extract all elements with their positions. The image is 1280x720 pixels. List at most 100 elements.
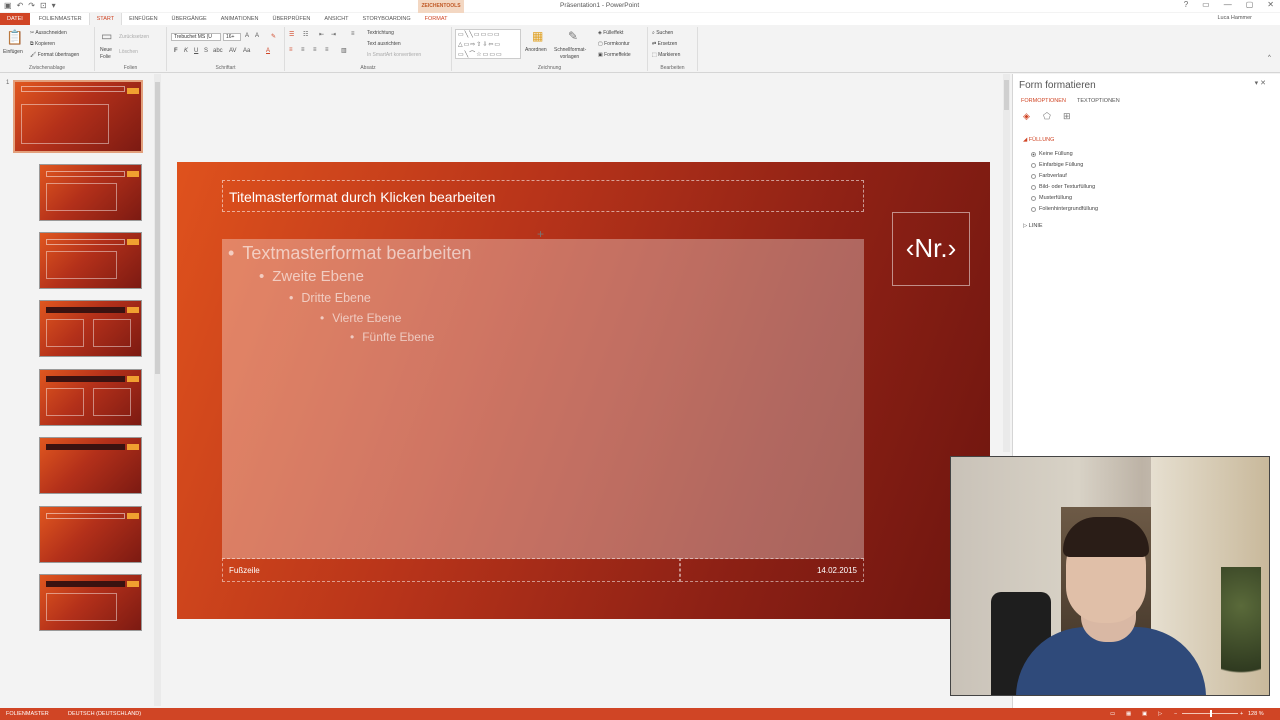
shapes-gallery[interactable]: ▭╲╲▭▭▭▭ △▭⇨⇧⇩⇦▭ ▭╲⌒☆▭▭▭ [455,29,521,59]
delete-button[interactable]: Löschen [119,49,138,55]
thumbnail-layout[interactable] [39,300,142,357]
bold-button[interactable]: F [174,48,178,54]
new-slide-button[interactable]: Neue [100,47,112,53]
slide-canvas[interactable]: Titelmasterformat durch Klicken bearbeit… [177,162,990,619]
radio-button[interactable] [1031,195,1036,201]
fill-option[interactable]: Keine Füllung [1031,151,1073,157]
fill-section-header[interactable]: ◢ FÜLLUNG [1023,137,1054,143]
radio-button[interactable] [1031,184,1036,190]
justify-icon[interactable]: ≡ [325,47,329,53]
align-left-icon[interactable]: ≡ [289,47,293,53]
reading-view-icon[interactable]: ▣ [1142,711,1147,717]
tab-einfügen[interactable]: EINFÜGEN [122,13,164,25]
zoom-level[interactable]: 128 % [1248,711,1264,717]
title-placeholder[interactable]: Titelmasterformat durch Klicken bearbeit… [222,180,864,212]
shape-outline-button[interactable]: ▢ Formkontur [598,41,630,47]
tab-animationen[interactable]: ANIMATIONEN [214,13,266,25]
align-text-button[interactable]: Text ausrichten [367,41,401,47]
slide-sorter-icon[interactable]: ▦ [1126,711,1131,717]
thumbnail-layout[interactable] [39,506,142,563]
collapse-ribbon-icon[interactable]: ^ [1268,55,1271,61]
slideshow-icon[interactable]: ▷ [1158,711,1162,717]
tab-format[interactable]: FORMAT [418,13,455,25]
bullets-icon[interactable]: ☰ [289,31,294,38]
undo-icon[interactable]: ↶ [17,1,24,10]
new-slide-button-line2[interactable]: Folie [100,54,111,60]
change-case-button[interactable]: Aa [243,48,250,54]
ribbon-display-icon[interactable]: ▭ [1202,0,1210,9]
shadow-button[interactable]: abc [213,48,223,54]
arrange-icon[interactable]: ▦ [532,29,543,43]
paste-button[interactable]: Einfügen [3,49,23,55]
select-button[interactable]: ⬚ Markieren [652,52,680,58]
fill-option[interactable]: Bild- oder Texturfüllung [1031,184,1095,190]
align-center-icon[interactable]: ≡ [301,47,305,53]
close-icon[interactable]: ✕ [1267,0,1274,9]
minimize-icon[interactable]: — [1224,0,1232,9]
canvas-scroll-thumb[interactable] [1004,80,1009,110]
tab-überprüfen[interactable]: ÜBERPRÜFEN [266,13,318,25]
thumbnail-scroll-thumb[interactable] [155,82,160,374]
fill-option[interactable]: Musterfüllung [1031,195,1072,201]
fill-option[interactable]: Farbverlauf [1031,173,1067,179]
radio-button[interactable] [1031,173,1036,179]
cut-button[interactable]: ✂ Ausschneiden [30,30,67,36]
presentation-icon[interactable]: ⊡ [40,1,47,10]
shape-fill-button[interactable]: ◈ Fülleffekt [598,30,623,36]
clear-format-icon[interactable]: ✎ [271,33,276,40]
footer-placeholder[interactable]: Fußzeile [222,558,680,582]
increase-indent-icon[interactable]: ⇥ [331,31,336,38]
line-section-header[interactable]: ▷ LINIE [1023,223,1043,229]
save-icon[interactable]: ▣ [4,1,12,10]
status-language[interactable]: DEUTSCH (DEUTSCHLAND) [68,711,141,717]
arrange-button[interactable]: Anordnen [525,47,547,53]
quick-styles-button[interactable]: Schnellformat- [554,47,586,53]
thumbnail-master[interactable] [13,80,143,153]
copy-button[interactable]: ⧉ Kopieren [30,41,55,47]
fill-line-icon[interactable]: ◈ [1023,111,1030,122]
quick-styles-button-line2[interactable]: vorlagen [560,54,579,60]
font-color-button[interactable]: A [266,48,270,54]
help-icon[interactable]: ? [1184,0,1188,9]
grow-font-icon[interactable]: A [245,33,249,39]
line-spacing-icon[interactable]: ≡ [351,31,355,37]
fill-option[interactable]: Folienhintergrundfüllung [1031,206,1098,212]
radio-button[interactable] [1031,162,1036,168]
align-right-icon[interactable]: ≡ [313,47,317,53]
font-size-box[interactable]: 16+ [223,33,241,41]
tab-start[interactable]: START [88,13,123,25]
columns-icon[interactable]: ▥ [341,47,347,54]
decrease-indent-icon[interactable]: ⇤ [319,31,324,38]
find-button[interactable]: ⌕ Suchen [652,30,673,36]
shrink-font-icon[interactable]: A [255,33,259,39]
zoom-slider-handle[interactable] [1210,710,1212,717]
char-spacing-button[interactable]: AV [229,48,237,54]
new-slide-icon[interactable]: ▭ [101,29,112,43]
tab-storyboarding[interactable]: STORYBOARDING [356,13,418,25]
zoom-out-icon[interactable]: − [1174,711,1177,717]
thumbnail-layout[interactable] [39,164,142,221]
pane-close-icon[interactable]: ▾ ✕ [1255,79,1266,87]
slide-number-placeholder[interactable]: ‹Nr.› [892,212,970,286]
content-placeholder[interactable]: • Textmasterformat bearbeiten • Zweite Eben… [222,239,864,559]
size-properties-icon[interactable]: ⊞ [1063,111,1071,122]
tab-folienmaster[interactable]: FOLIENMASTER [32,13,89,25]
font-family-box[interactable]: Trebuchet MS (Ü [171,33,221,41]
replace-button[interactable]: ⇄ Ersetzen [652,41,677,47]
radio-button[interactable] [1031,206,1036,212]
customize-qat-icon[interactable]: ▾ [52,1,56,10]
tab-datei[interactable]: DATEI [0,13,30,25]
quick-styles-icon[interactable]: ✎ [568,29,578,43]
tab-text-options[interactable]: TEXTOPTIONEN [1077,98,1120,104]
canvas-vertical-scrollbar[interactable] [1003,74,1010,452]
date-placeholder[interactable]: 14.02.2015 [680,558,864,582]
paste-icon[interactable]: 📋 [6,29,23,46]
underline-button[interactable]: U [194,48,198,54]
normal-view-icon[interactable]: ▭ [1110,711,1115,717]
tab-ansicht[interactable]: ANSICHT [317,13,355,25]
tab-shape-options[interactable]: FORMOPTIONEN [1021,98,1066,104]
thumbnail-layout[interactable] [39,232,142,289]
radio-button[interactable] [1031,151,1036,157]
effects-icon[interactable]: ⬠ [1043,111,1051,122]
text-direction-button[interactable]: Textrichtung [367,30,394,36]
